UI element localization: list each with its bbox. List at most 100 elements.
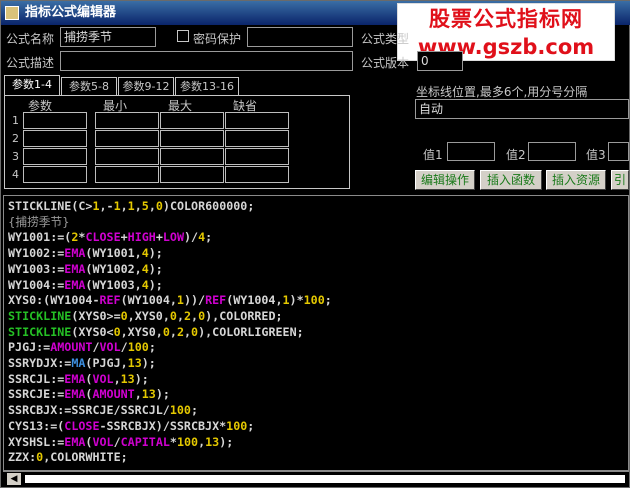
code-token: )/ [184,230,199,245]
code-token: 100 [226,418,248,433]
code-token: 100 [303,293,325,308]
param-cell-4-1[interactable] [23,166,87,183]
formula-version-input[interactable]: 0 [417,51,463,71]
code-token: + [120,230,128,245]
edit-operation-button[interactable]: 编辑操作 [415,170,475,190]
scroll-thumb[interactable] [25,475,625,483]
param-cell-1-2[interactable] [95,112,159,129]
code-token: (WY1001, [85,246,142,261]
param-cell-3-4[interactable] [225,148,289,165]
code-token: ; [324,293,332,308]
value3-input[interactable] [608,142,629,161]
param-cell-4-2[interactable] [95,166,159,183]
param-cell-1-3[interactable] [160,112,224,129]
brand-name: 股票公式指标网 [429,7,583,31]
code-line: WY1001:=(2*CLOSE+HIGH+LOW)/4; [8,229,212,245]
code-line: STICKLINE(C>1,-1,1,5,0)COLOR600000; [8,198,254,214]
code-line: WY1004:=EMA(WY1003,4); [8,277,163,293]
code-line: WY1002:=EMA(WY1001,4); [8,245,163,261]
formula-name-label: 公式名称 [6,32,55,46]
code-token: CLOSE [64,418,100,433]
param-cell-1-4[interactable] [225,112,289,129]
code-token: -SSRCBJX)/SSRCBJX* [99,418,227,433]
code-token: CLOSE [85,230,121,245]
code-token: SSRCJE:= [8,387,65,402]
param-cell-2-4[interactable] [225,130,289,147]
param-cell-2-1[interactable] [23,130,87,147]
param-cell-4-3[interactable] [160,166,224,183]
code-token: ,COLORWHITE; [43,450,128,465]
code-token: AMOUNT [92,387,135,402]
password-label: 密码保护 [193,32,242,46]
value2-label: 值2 [506,148,526,162]
code-line: SSRCJL:=EMA(VOL,13); [8,371,149,387]
param-row-number: 4 [12,168,19,181]
password-checkbox[interactable] [177,30,189,42]
code-token: 0 [155,199,163,213]
code-token: )COLOR600000; [162,199,255,213]
formula-name-input[interactable]: 捕捞季节 [60,27,156,47]
code-token: 2 [176,324,184,339]
code-token: REF [205,293,227,308]
code-token: ),COLORLIGREEN; [198,324,304,339]
param-cell-1-1[interactable] [23,112,87,129]
code-token: ; [205,230,213,245]
tab-params-4[interactable]: 参数13-16 [175,77,239,95]
code-token: ); [148,277,163,292]
tab-params-3[interactable]: 参数9-12 [118,77,174,95]
tab-params-1[interactable]: 参数1-4 [4,75,60,96]
code-line: STICKLINE(XYS0<0,XYS0,0,2,0),COLORLIGREE… [8,324,304,340]
code-token: WY1003:= [8,261,65,276]
formula-desc-input[interactable] [60,51,353,71]
code-token: VOL [92,434,114,449]
param-cell-4-4[interactable] [225,166,289,183]
value1-input[interactable] [447,142,495,161]
code-line: XYSHSL:=EMA(VOL/CAPITAL*100,13); [8,434,233,450]
code-token: (PJGJ, [85,356,128,370]
param-cell-3-3[interactable] [160,148,224,165]
insert-resource-button[interactable]: 插入资源 [546,170,606,190]
code-token: , [176,308,184,323]
code-token: (WY1003, [85,277,142,292]
insert-function-button[interactable]: 插入函数 [480,170,542,190]
code-token: 13 [141,387,156,402]
value2-input[interactable] [528,142,576,161]
code-token: STICKLINE [8,324,72,339]
param-row-number: 3 [12,150,19,163]
code-token: (XYS0>= [71,308,121,323]
tab-params-2[interactable]: 参数5-8 [61,77,117,95]
code-token: 1 [92,199,100,213]
code-token: , [169,324,177,339]
code-token: HIGH [127,230,156,245]
code-token: STICKLINE [8,308,72,323]
code-token: 1 [282,293,290,308]
code-token: , [134,387,142,402]
code-token: (WY1002, [85,261,142,276]
import-button[interactable]: 引 [611,170,629,190]
code-token: 1 [113,199,121,213]
axis-input[interactable]: 自动 [415,99,629,119]
code-token: 4 [141,277,149,292]
code-token: , [148,199,156,213]
code-token: ))/ [183,293,206,308]
code-token: 100 [127,340,149,355]
param-cell-3-1[interactable] [23,148,87,165]
param-cell-2-2[interactable] [95,130,159,147]
code-token: VOL [99,340,121,355]
code-token: , [134,199,142,213]
password-input[interactable] [247,27,353,47]
horizontal-scrollbar[interactable]: ◀ [3,471,629,486]
code-editor[interactable]: STICKLINE(C>1,-1,1,5,0)COLOR600000; {捕捞季节… [3,195,629,471]
param-cell-3-2[interactable] [95,148,159,165]
code-token: ); [148,261,163,276]
arrow-left-icon[interactable]: ◀ [7,473,21,485]
code-line: SSRCJE:=EMA(AMOUNT,13); [8,386,170,402]
param-cell-2-3[interactable] [160,130,224,147]
formula-desc-label: 公式描述 [6,56,55,70]
code-token: WY1002:= [8,246,65,261]
code-token: ; [190,403,199,418]
code-token: ,XYS0, [120,324,163,339]
param-row-number: 1 [12,114,19,127]
code-token: / [120,340,128,355]
code-token: ); [141,356,156,370]
